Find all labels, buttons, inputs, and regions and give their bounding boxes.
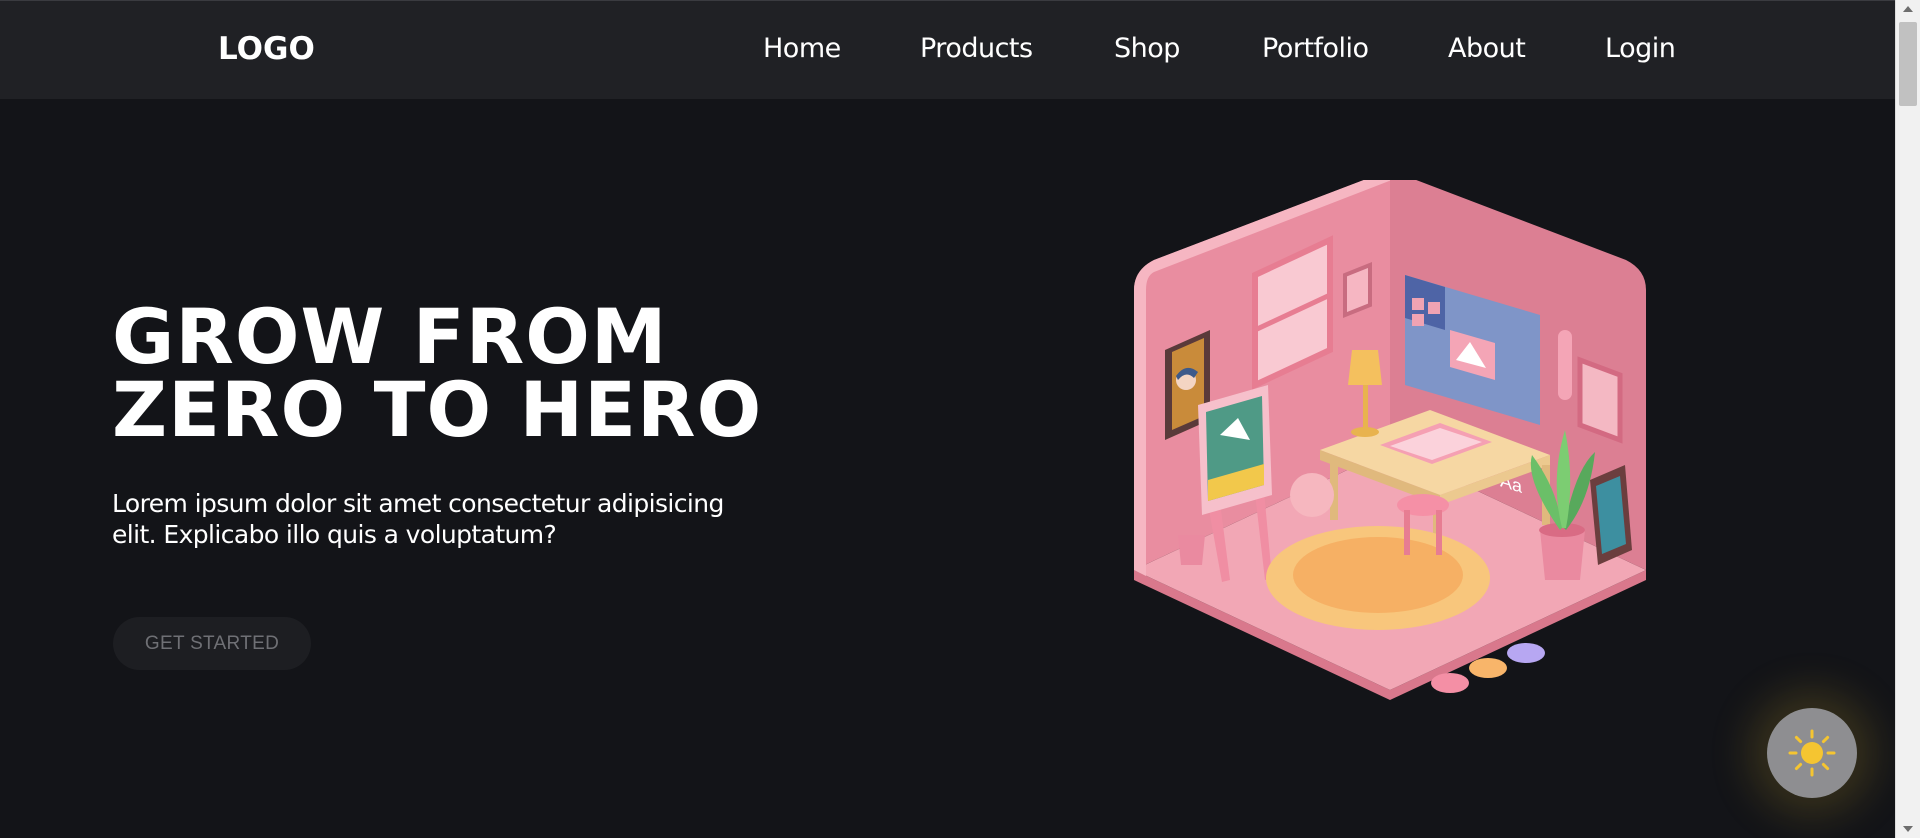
nav-login-link[interactable]: Login (1605, 33, 1676, 64)
nav-about-link[interactable]: About (1448, 33, 1526, 64)
hero-title-line-2: ZERO TO HERO (112, 365, 763, 454)
scroll-up-arrow-icon[interactable] (1903, 6, 1913, 12)
get-started-button[interactable]: GET STARTED (113, 617, 311, 670)
nav-portfolio-link[interactable]: Portfolio (1262, 33, 1369, 64)
scroll-down-arrow-icon[interactable] (1903, 826, 1913, 832)
nav-menu: Home Products Shop Portfolio About Login (0, 33, 1895, 73)
hero-title-line-1: GROW FROM (112, 292, 668, 381)
hero-title: GROW FROM ZERO TO HERO (112, 292, 763, 454)
vertical-scrollbar[interactable] (1895, 0, 1920, 838)
navbar: LOGO Home Products Shop Portfolio About … (0, 0, 1895, 99)
nav-shop-link[interactable]: Shop (1114, 33, 1180, 64)
nav-products-link[interactable]: Products (920, 33, 1033, 64)
nav-home-link[interactable]: Home (763, 33, 841, 64)
sun-icon (1788, 729, 1836, 777)
theme-toggle-button[interactable] (1767, 708, 1857, 798)
page: LOGO Home Products Shop Portfolio About … (0, 0, 1895, 838)
scroll-thumb[interactable] (1899, 22, 1917, 106)
hero-description: Lorem ipsum dolor sit amet consectetur a… (112, 489, 724, 549)
isometric-room-illustration: Aa (1134, 180, 1646, 700)
